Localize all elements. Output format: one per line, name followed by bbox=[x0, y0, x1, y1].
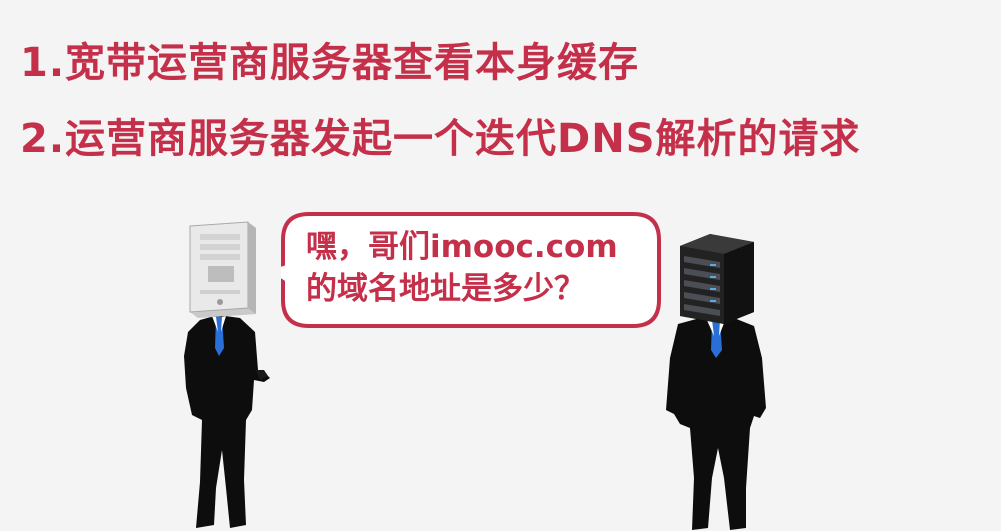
step-1-text: 1.宽带运营商服务器查看本身缓存 bbox=[20, 40, 640, 86]
left-person-body-icon bbox=[184, 315, 270, 528]
bubble-line-1: 嘿，哥们imooc.com bbox=[306, 229, 618, 265]
right-person-body-icon bbox=[666, 318, 766, 530]
step-2-text: 2.运营商服务器发起一个迭代DNS解析的请求 bbox=[20, 116, 861, 162]
left-server-person bbox=[184, 221, 270, 528]
slide-canvas: 1.宽带运营商服务器查看本身缓存 2.运营商服务器发起一个迭代DNS解析的请求 … bbox=[0, 0, 1001, 531]
right-server-person bbox=[666, 234, 766, 530]
white-server-tower-icon bbox=[189, 221, 256, 318]
black-rack-server-icon bbox=[680, 234, 754, 324]
bubble-line-2: 的域名地址是多少？ bbox=[306, 271, 585, 307]
speech-bubble-text: 嘿，哥们imooc.com 的域名地址是多少？ bbox=[306, 226, 618, 310]
